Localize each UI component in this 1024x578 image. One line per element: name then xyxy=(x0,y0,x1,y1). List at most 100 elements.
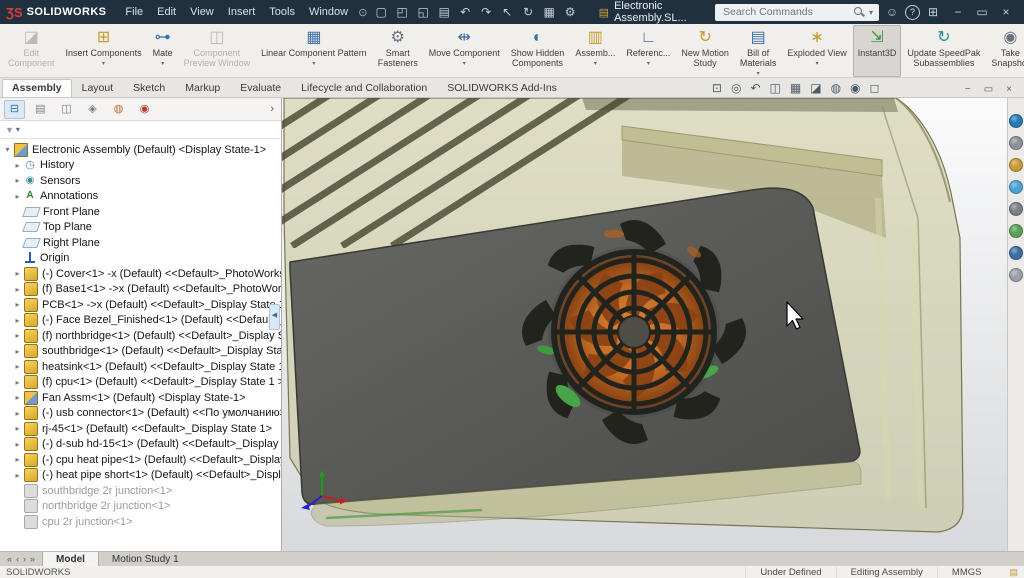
tree-item[interactable]: ▸(-) cpu heat pipe<1> (Default) <<Defaul… xyxy=(0,452,281,468)
pin-icon[interactable]: ⊙ xyxy=(357,6,369,19)
tree-item[interactable]: southbridge 2r junction<1> xyxy=(0,483,281,499)
doc-tab-model[interactable]: Model xyxy=(42,552,99,566)
take-snapshot-button[interactable]: ◉TakeSnapshot xyxy=(986,25,1024,77)
save-icon[interactable]: ◱ xyxy=(413,0,434,24)
tree-item[interactable]: ▸Sensors xyxy=(0,173,281,189)
tree-item[interactable]: cpu 2r junction<1> xyxy=(0,514,281,530)
rebuild-icon[interactable]: ↻ xyxy=(518,0,539,24)
expander-icon[interactable]: ▸ xyxy=(12,316,23,325)
undo-icon[interactable]: ↶ xyxy=(455,0,476,24)
reference-geometry-button[interactable]: ∟Referenc...▾ xyxy=(621,25,675,77)
expander-icon[interactable]: ▸ xyxy=(12,300,23,309)
minimize-button[interactable]: − xyxy=(946,5,970,19)
view-orientation-icon[interactable]: ▦ xyxy=(790,81,801,95)
search-icon[interactable] xyxy=(853,6,865,18)
new-file-icon[interactable]: ▢ xyxy=(371,0,392,24)
forum-icon[interactable] xyxy=(1009,268,1023,282)
tab-solidworks-add-ins[interactable]: SOLIDWORKS Add-Ins xyxy=(437,79,567,97)
update-speedpak-subassemblies-button[interactable]: ↻Update SpeedPakSubassemblies xyxy=(902,25,985,77)
tab-markup[interactable]: Markup xyxy=(175,79,230,97)
open-file-icon[interactable]: ◰ xyxy=(392,0,413,24)
tree-item[interactable]: ▸heatsink<1> (Default) <<Default>_Displa… xyxy=(0,359,281,375)
menu-tools[interactable]: Tools xyxy=(262,4,302,20)
expander-icon[interactable]: ▸ xyxy=(12,347,23,356)
display-style-icon[interactable]: ◪ xyxy=(810,81,821,95)
tree-item[interactable]: ▸(-) heat pipe short<1> (Default) <<Defa… xyxy=(0,468,281,484)
custom-properties-icon[interactable] xyxy=(1009,246,1023,260)
viewport-3d[interactable] xyxy=(282,98,1007,551)
expander-icon[interactable]: ▸ xyxy=(12,409,23,418)
search-box[interactable]: ▾ xyxy=(715,4,879,21)
restore-doc-button[interactable]: ▭ xyxy=(984,84,993,95)
restore-button[interactable]: ▭ xyxy=(970,5,994,19)
expander-icon[interactable]: ▸ xyxy=(12,161,23,170)
close-doc-button[interactable]: × xyxy=(1006,84,1012,95)
appearances-icon[interactable] xyxy=(1009,202,1023,216)
expander-icon[interactable]: ▸ xyxy=(12,455,23,464)
tree-item[interactable]: ▸(f) northbridge<1> (Default) <<Default>… xyxy=(0,328,281,344)
status-mmgs[interactable]: MMGS xyxy=(937,567,1006,578)
tree-item[interactable]: ▸southbridge<1> (Default) <<Default>_Dis… xyxy=(0,344,281,360)
doc-tab-motion-study-1[interactable]: Motion Study 1 xyxy=(99,552,192,566)
redo-icon[interactable]: ↷ xyxy=(476,0,497,24)
menu-insert[interactable]: Insert xyxy=(221,4,263,20)
user-icon[interactable]: ☺ xyxy=(881,5,903,19)
minimize-doc-button[interactable]: − xyxy=(965,84,971,95)
menu-edit[interactable]: Edit xyxy=(150,4,183,20)
expander-icon[interactable]: ▸ xyxy=(12,378,23,387)
tab-layout[interactable]: Layout xyxy=(72,79,124,97)
tree-item[interactable]: ▸(-) usb connector<1> (Default) <<По умо… xyxy=(0,406,281,422)
expander-icon[interactable]: ▾ xyxy=(2,145,13,154)
print-icon[interactable]: ▤ xyxy=(434,0,455,24)
expander-icon[interactable]: ▸ xyxy=(12,192,23,201)
panel-expand-chevron[interactable]: › xyxy=(270,103,277,115)
last-tab-button[interactable]: » xyxy=(30,554,35,564)
tree-item[interactable]: ▸rj-45<1> (Default) <<Default>_Display S… xyxy=(0,421,281,437)
zoom-area-icon[interactable]: ◎ xyxy=(731,81,741,95)
prev-tab-button[interactable]: ‹ xyxy=(16,554,19,564)
hide-show-items-icon[interactable]: ◍ xyxy=(831,81,841,95)
tree-item[interactable]: northbridge 2r junction<1> xyxy=(0,499,281,515)
insert-components-button[interactable]: ⊞Insert Components▾ xyxy=(61,25,147,77)
first-tab-button[interactable]: « xyxy=(7,554,12,564)
solidworks-resources-icon[interactable] xyxy=(1009,114,1023,128)
new-motion-study-button[interactable]: ↻New MotionStudy xyxy=(676,25,734,77)
expander-icon[interactable]: ▸ xyxy=(12,285,23,294)
exploded-view-button[interactable]: ∗Exploded View▾ xyxy=(782,25,851,77)
expander-icon[interactable]: ▸ xyxy=(12,269,23,278)
edit-appearance-icon[interactable]: ◉ xyxy=(850,81,860,95)
addins-tab[interactable]: ◉ xyxy=(134,100,155,119)
tab-sketch[interactable]: Sketch xyxy=(123,79,175,97)
tree-item[interactable]: ▸History xyxy=(0,158,281,174)
expander-icon[interactable]: ▸ xyxy=(12,362,23,371)
tab-assembly[interactable]: Assembly xyxy=(2,79,72,97)
displaymanager-tab[interactable]: ◍ xyxy=(108,100,129,119)
tree-item[interactable]: ▸(f) Base1<1> ->x (Default) <<Default>_P… xyxy=(0,282,281,298)
apply-scene-icon[interactable]: ◻ xyxy=(870,81,880,95)
expander-icon[interactable]: ▸ xyxy=(12,331,23,340)
menu-view[interactable]: View xyxy=(183,4,221,20)
tree-item[interactable]: Front Plane xyxy=(0,204,281,220)
design-library-icon[interactable] xyxy=(1009,136,1023,150)
filter-funnel-icon[interactable]: ▼ xyxy=(5,125,14,135)
instant3d-button[interactable]: ⇲Instant3D xyxy=(853,25,902,77)
search-input[interactable] xyxy=(721,5,849,19)
menu-window[interactable]: Window xyxy=(302,4,355,20)
tree-item[interactable]: ▾Electronic Assembly (Default) <Display … xyxy=(0,142,281,158)
expander-icon[interactable]: ▸ xyxy=(12,440,23,449)
expander-icon[interactable]: ▸ xyxy=(12,393,23,402)
mate-button[interactable]: ⊶Mate▾ xyxy=(148,25,178,77)
panel-collapse-handle[interactable]: ◀ xyxy=(269,304,280,330)
propertymanager-tab[interactable]: ▤ xyxy=(30,100,51,119)
tree-item[interactable]: ▸(-) Face Bezel_Finished<1> (Default) <<… xyxy=(0,313,281,329)
close-button[interactable]: × xyxy=(994,5,1018,19)
featuremanager-tab[interactable]: ⊟ xyxy=(4,100,25,119)
show-hidden-components-button[interactable]: ◐Show HiddenComponents xyxy=(506,25,570,77)
view-palette-icon[interactable] xyxy=(1009,180,1023,194)
apps-icon[interactable]: ⊞ xyxy=(922,5,944,19)
linear-component-pattern-button[interactable]: ▦Linear Component Pattern▾ xyxy=(256,25,372,77)
expander-icon[interactable]: ▸ xyxy=(12,176,23,185)
options-icon[interactable]: ⚙ xyxy=(560,0,581,24)
smart-fasteners-button[interactable]: ⚙SmartFasteners xyxy=(373,25,423,77)
zoom-fit-icon[interactable]: ⊡ xyxy=(712,81,722,95)
